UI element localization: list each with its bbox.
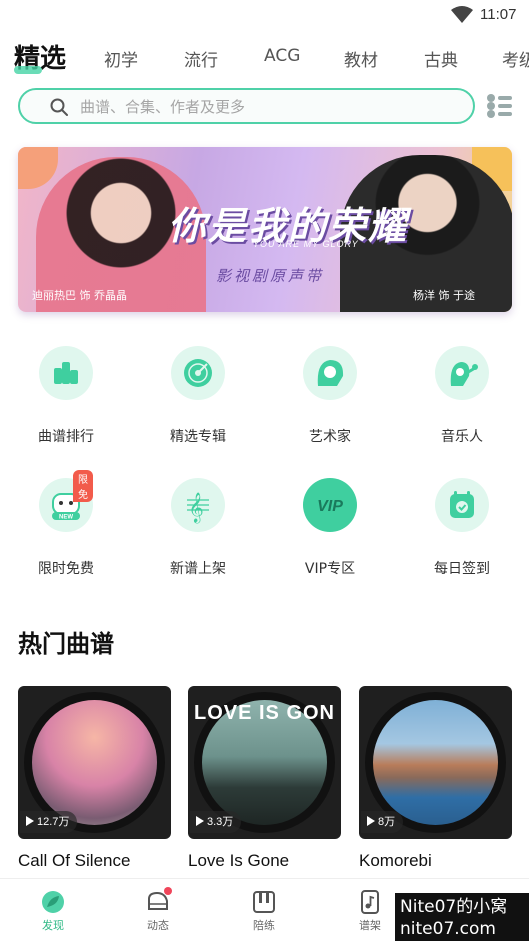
score-cover: 12.7万 [18,686,171,839]
discover-leaf-icon [23,889,83,915]
nav-label: 发现 [42,919,64,932]
nav-label: 谱架 [359,919,381,932]
watermark: Nite07的小窝 nite07.com [395,893,529,941]
calendar-check-icon [435,478,489,532]
free-gift-icon: NEW 限免 [39,470,93,532]
banner-caption-right: 杨洋 饰 于途 [413,289,475,302]
clock: 11:07 [480,6,517,23]
banner-decoration [18,147,58,189]
musician-icon [435,346,489,400]
active-tab-indicator [14,66,42,74]
vinyl-icon [171,346,225,400]
section-title-hot-scores: 热门曲谱 [18,630,114,658]
tab-pop[interactable]: 流行 [184,46,218,71]
nav-label: 陪练 [253,919,275,932]
feature-vip-zone[interactable]: VIP VIP专区 [270,478,390,578]
search-bar[interactable] [18,88,475,124]
music-sheet-icon [340,889,400,915]
tab-beginner[interactable]: 初学 [104,46,138,71]
banner-tagline: 影视剧原声带 [216,267,325,285]
feature-limited-free[interactable]: NEW 限免 限时免费 [6,470,126,578]
play-icon [196,816,204,826]
vip-text: VIP [317,498,343,515]
score-cover: 8万 [359,686,512,839]
score-title: Komorebi [359,851,432,870]
search-input[interactable] [80,96,460,118]
status-bar: 11:07 [0,0,529,30]
promo-banner[interactable]: 你是我的荣耀 YOU ARE MY GLORY 影视剧原声带 迪丽热巴 饰 乔晶… [18,147,512,312]
nav-feed[interactable]: 动态 [128,887,188,933]
score-title: Call Of Silence [18,851,131,870]
banner-subtitle: YOU ARE MY GLORY [253,239,359,249]
bar-chart-icon [39,346,93,400]
feature-label: 艺术家 [309,429,351,445]
feature-label: 曲谱排行 [38,429,94,445]
score-cover: LOVE IS GON 3.3万 [188,686,341,839]
feature-label: 精选专辑 [170,429,226,445]
banner-page-indicator [238,301,290,312]
banner-caption-left: 迪丽热巴 饰 乔晶晶 [32,289,127,302]
tab-textbook[interactable]: 教材 [344,46,378,71]
play-icon [367,816,375,826]
tab-classical[interactable]: 古典 [424,46,458,71]
vip-icon: VIP [303,478,357,532]
nav-score-shelf[interactable]: 谱架 [340,889,400,933]
category-tabs: 精选 初学 流行 ACG 教材 古典 考级 [0,36,529,78]
play-count: 12.7万 [20,811,78,833]
artist-icon [303,346,357,400]
list-menu-icon[interactable] [486,94,512,118]
cover-title-text: LOVE IS GON [193,702,336,724]
play-count: 8万 [361,811,404,833]
feature-label: 每日签到 [434,561,490,577]
feature-artists[interactable]: 艺术家 [270,346,390,446]
feature-daily-checkin[interactable]: 每日签到 [402,478,522,578]
nav-discover[interactable]: 发现 [23,889,83,933]
play-count: 3.3万 [190,811,242,833]
tab-exam[interactable]: 考级 [502,46,529,71]
svg-text:NEW: NEW [59,515,73,521]
score-card[interactable]: 8万 Komorebi [359,686,512,871]
nav-practice[interactable]: 陪练 [234,889,294,933]
feature-label: VIP专区 [304,561,356,577]
score-card[interactable]: 12.7万 Call Of Silence [18,686,171,871]
piano-icon [128,887,188,915]
feature-curated-albums[interactable]: 精选专辑 [138,346,258,446]
limited-free-badge: 限免 [73,470,93,502]
notification-dot [164,887,172,895]
feature-chart-ranking[interactable]: 曲谱排行 [6,346,126,446]
play-icon [26,816,34,826]
watermark-line2: nite07.com [400,919,496,939]
search-icon [50,98,68,116]
tab-acg[interactable]: ACG [264,46,300,66]
treble-clef-icon: 𝄞 [171,478,225,532]
feature-label: 新谱上架 [170,561,226,577]
feature-label: 限时免费 [38,561,94,577]
feature-label: 音乐人 [441,429,483,445]
score-card[interactable]: LOVE IS GON 3.3万 Love Is Gone [188,686,341,871]
feature-new-scores[interactable]: 𝄞 新谱上架 [138,478,258,578]
wifi-icon [451,6,473,23]
feature-musicians[interactable]: 音乐人 [402,346,522,446]
score-title: Love Is Gone [188,851,290,870]
watermark-line1: Nite07的小窝 [400,897,508,917]
svg-text:𝄞: 𝄞 [188,492,203,524]
keyboard-icon [234,889,294,915]
nav-label: 动态 [147,919,169,932]
